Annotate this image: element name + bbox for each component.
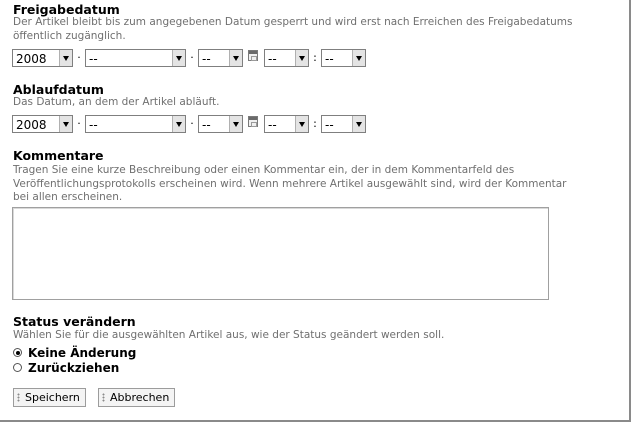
- release-minute-value: --: [325, 52, 334, 66]
- date-separator: ·: [190, 117, 194, 130]
- window-bottom-area: [0, 422, 631, 432]
- expiry-minute-value: --: [325, 118, 334, 132]
- expiry-month-select[interactable]: --: [85, 115, 186, 133]
- date-separator: ·: [77, 117, 81, 130]
- release-hour-select[interactable]: --: [264, 49, 309, 67]
- status-option-label: Keine Änderung: [28, 345, 137, 360]
- release-hour-value: --: [268, 52, 277, 66]
- radio-checked-icon[interactable]: [13, 348, 22, 357]
- radio-unchecked-icon[interactable]: [13, 363, 22, 372]
- expiry-day-value: --: [202, 118, 211, 132]
- expiry-minute-select[interactable]: --: [321, 115, 366, 133]
- comments-textarea[interactable]: [12, 207, 549, 300]
- expiry-day-select[interactable]: --: [198, 115, 243, 133]
- status-help: Wählen Sie für die ausgewählten Artikel …: [13, 329, 445, 341]
- grip-icon: [102, 393, 105, 402]
- chevron-down-icon: [172, 116, 185, 132]
- release-month-select[interactable]: --: [85, 49, 186, 67]
- expiry-year-select[interactable]: 2008: [12, 115, 73, 133]
- status-option-no-change[interactable]: Keine Änderung: [13, 345, 136, 360]
- comments-label: Kommentare: [13, 148, 104, 163]
- release-year-select[interactable]: 2008: [12, 49, 73, 67]
- comments-help: Tragen Sie eine kurze Beschreibung oder …: [13, 164, 567, 203]
- release-date-label: Freigabedatum: [13, 2, 120, 17]
- date-separator: ·: [77, 51, 81, 64]
- status-option-withdraw[interactable]: Zurückziehen: [13, 360, 119, 375]
- time-separator: :: [313, 117, 317, 130]
- chevron-down-icon: [229, 116, 242, 132]
- save-button[interactable]: Speichern: [13, 388, 86, 407]
- grip-icon: [17, 393, 20, 402]
- release-date-row: 2008 · -- · -- -- : --: [12, 47, 366, 69]
- chevron-down-icon: [59, 50, 72, 66]
- chevron-down-icon: [352, 116, 365, 132]
- expiry-date-row: 2008 · -- · -- -- : --: [12, 113, 366, 135]
- expiry-date-label: Ablaufdatum: [13, 82, 104, 97]
- status-label: Status verändern: [13, 314, 136, 329]
- expiry-date-help: Das Datum, an dem der Artikel abläuft.: [13, 96, 220, 108]
- expiry-hour-select[interactable]: --: [264, 115, 309, 133]
- cancel-button[interactable]: Abbrechen: [98, 388, 176, 407]
- chevron-down-icon: [352, 50, 365, 66]
- release-date-help: Der Artikel bleibt bis zum angegebenen D…: [13, 16, 573, 42]
- status-option-label: Zurückziehen: [28, 360, 120, 375]
- expiry-month-value: --: [89, 118, 98, 132]
- expiry-hour-value: --: [268, 118, 277, 132]
- time-separator: :: [313, 51, 317, 64]
- chevron-down-icon: [295, 50, 308, 66]
- release-day-select[interactable]: --: [198, 49, 243, 67]
- chevron-down-icon: [295, 116, 308, 132]
- release-month-value: --: [89, 52, 98, 66]
- release-year-value: 2008: [16, 52, 47, 66]
- release-minute-select[interactable]: --: [321, 49, 366, 67]
- chevron-down-icon: [172, 50, 185, 66]
- expiry-year-value: 2008: [16, 118, 47, 132]
- release-day-value: --: [202, 52, 211, 66]
- calendar-icon[interactable]: [248, 115, 258, 127]
- date-separator: ·: [190, 51, 194, 64]
- calendar-icon[interactable]: [248, 49, 258, 61]
- cancel-button-label: Abbrechen: [110, 391, 170, 404]
- chevron-down-icon: [229, 50, 242, 66]
- save-button-label: Speichern: [25, 391, 80, 404]
- chevron-down-icon: [59, 116, 72, 132]
